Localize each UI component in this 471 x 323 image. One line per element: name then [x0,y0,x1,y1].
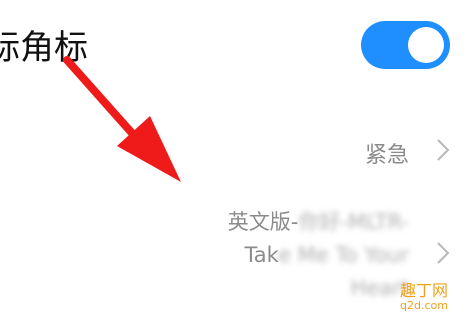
badge-toggle-switch[interactable] [361,21,450,69]
priority-value[interactable]: 紧急 [365,137,409,169]
chevron-right-icon[interactable] [431,138,455,162]
chevron-right-icon[interactable] [431,241,455,265]
ringtone-line-2-visible: Tak [244,243,279,267]
ringtone-line-1-blurred: 你好-MLTR- [298,210,409,234]
watermark-logo: 趣丁网 q2d.com [400,282,448,312]
red-arrow-annotation [63,56,181,182]
toggle-knob [408,27,444,63]
ringtone-line-3: Heart [350,276,409,300]
ringtone-line-2: Take Me To Your [149,239,409,272]
ringtone-line-2-blurred: e Me To Your [278,243,409,267]
ringtone-line-1: 英文版-你好-MLTR- [149,206,409,239]
watermark-text-cn: 趣丁网 [400,281,449,300]
ringtone-line-1-visible: 英文版- [227,210,299,234]
ringtone-value[interactable]: 英文版-你好-MLTR- Take Me To Your Heart [149,206,409,305]
watermark-text-en: q2d.com [400,299,448,312]
